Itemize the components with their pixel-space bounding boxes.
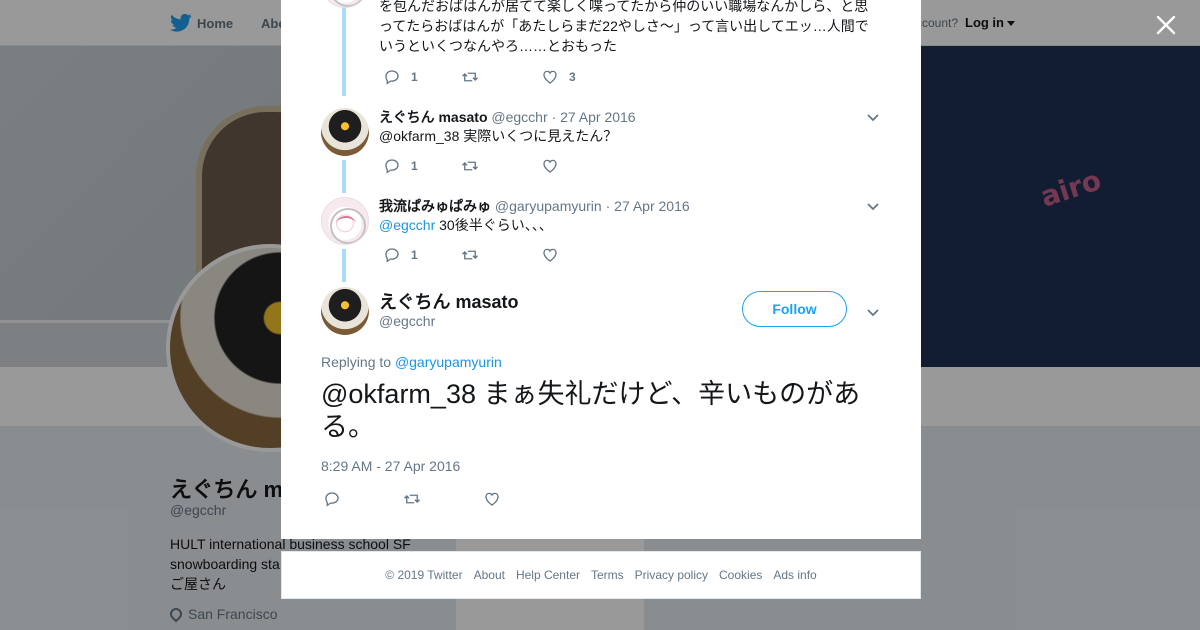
tweet-separator: · <box>605 198 611 214</box>
reply-icon <box>325 492 339 507</box>
retweet-button[interactable] <box>461 67 479 87</box>
tweet-text: を包んだおばはんが居てて楽しく喋ってたから仲のいい職場なんかしら、と思 ってたら… <box>379 0 879 56</box>
reply-icon <box>385 159 399 174</box>
replying-to-link[interactable]: @garyupamyurin <box>395 354 502 370</box>
heart-icon <box>543 70 557 84</box>
like-button[interactable]: 3 <box>541 67 576 87</box>
footer-privacy-link[interactable]: Privacy policy <box>635 568 708 582</box>
replying-prefix: Replying to <box>321 354 395 370</box>
like-button[interactable] <box>541 245 559 265</box>
retweet-button[interactable] <box>461 156 479 176</box>
tweet-text-line: ってたらおばはんが「あたしらまだ22やしさ〜」って言い出してエッ…人間で <box>379 18 869 34</box>
chevron-down-icon <box>867 203 879 211</box>
tweet-mention-link[interactable]: @egcchr <box>379 217 435 233</box>
tweet-separator: · <box>551 109 557 125</box>
follow-button[interactable]: Follow <box>742 291 847 327</box>
thread-tweet-top[interactable]: を包んだおばはんが居てて楽しく喋ってたから仲のいい職場なんかしら、と思 ってたら… <box>281 0 921 96</box>
footer-ads-link[interactable]: Ads info <box>773 568 816 582</box>
tweet-text: @egcchr 30後半ぐらい、、、 <box>379 215 879 235</box>
like-button[interactable] <box>541 156 559 176</box>
heart-icon <box>485 492 499 506</box>
tweet-text: @okfarm_38 実際いくつに見えたん？ <box>379 126 879 146</box>
tweet-header: 我流ぱみゅぱみゅ @garyupamyurin · 27 Apr 2016 <box>379 196 690 216</box>
footer-cookies-link[interactable]: Cookies <box>719 568 762 582</box>
heart-icon <box>543 248 557 262</box>
tweet-text-line: いうといくつなんやろ……とおもった <box>379 38 617 54</box>
retweet-button[interactable] <box>461 245 479 265</box>
tweet-avatar[interactable] <box>321 0 369 8</box>
tweet-actions: 1 3 <box>379 67 679 87</box>
modal-footer: © 2019 Twitter About Help Center Terms P… <box>281 551 921 599</box>
like-button[interactable] <box>483 489 501 509</box>
reply-count: 1 <box>411 248 418 262</box>
tweet-text-body: 30後半ぐらい、、、 <box>435 217 553 233</box>
tweet-text-body: @okfarm_38 実際いくつに見えたん？ <box>379 128 618 144</box>
tweet-menu-caret[interactable] <box>867 199 879 211</box>
main-tweet-author-handle[interactable]: @egcchr <box>379 313 435 329</box>
reply-count: 1 <box>411 70 418 84</box>
tweet-menu-caret[interactable] <box>867 110 879 122</box>
chevron-down-icon <box>867 309 879 317</box>
reply-button[interactable]: 1 <box>383 67 418 87</box>
footer-copyright: © 2019 Twitter <box>385 568 463 582</box>
main-tweet-actions <box>321 489 621 509</box>
tweet-date[interactable]: 27 Apr 2016 <box>560 109 636 125</box>
like-count: 3 <box>569 70 576 84</box>
footer-about-link[interactable]: About <box>474 568 505 582</box>
retweet-button[interactable] <box>403 489 421 509</box>
tweet-author-handle[interactable]: @egcchr <box>491 109 547 125</box>
reply-button[interactable]: 1 <box>383 245 418 265</box>
footer-terms-link[interactable]: Terms <box>591 568 624 582</box>
main-tweet-text: @okfarm_38 まぁ失礼だけど、辛いものがある。 <box>321 379 861 442</box>
tweet-author-handle[interactable]: @garyupamyurin <box>495 198 602 214</box>
tweet-author-name[interactable]: えぐちん masato <box>379 109 488 125</box>
tweet-avatar[interactable] <box>321 108 369 156</box>
tweet-avatar[interactable] <box>321 197 369 245</box>
close-icon[interactable] <box>1154 13 1178 37</box>
tweet-actions: 1 <box>379 245 679 265</box>
main-tweet-timestamp[interactable]: 8:29 AM - 27 Apr 2016 <box>321 458 460 474</box>
tweet-author-name[interactable]: 我流ぱみゅぱみゅ <box>379 198 491 214</box>
reply-button[interactable]: 1 <box>383 156 418 176</box>
main-tweet-avatar[interactable] <box>321 287 369 335</box>
thread-tweet[interactable]: えぐちん masato @egcchr · 27 Apr 2016 @okfar… <box>281 96 921 185</box>
footer-help-link[interactable]: Help Center <box>516 568 580 582</box>
retweet-icon <box>462 161 478 171</box>
replying-to-line: Replying to @garyupamyurin <box>321 354 502 370</box>
tweet-date[interactable]: 27 Apr 2016 <box>614 198 690 214</box>
reply-button[interactable] <box>323 489 341 509</box>
retweet-icon <box>462 250 478 260</box>
tweet-actions: 1 <box>379 156 679 176</box>
main-tweet-menu-caret[interactable] <box>867 305 879 317</box>
tweet-permalink-modal: を包んだおばはんが居てて楽しく喋ってたから仲のいい職場なんかしら、と思 ってたら… <box>281 0 921 539</box>
reply-icon <box>385 70 399 85</box>
tweet-text-line: を包んだおばはんが居てて楽しく喋ってたから仲のいい職場なんかしら、と思 <box>379 0 869 14</box>
thread-tweet[interactable]: 我流ぱみゅぱみゅ @garyupamyurin · 27 Apr 2016 @e… <box>281 185 921 274</box>
tweet-header: えぐちん masato @egcchr · 27 Apr 2016 <box>379 107 636 127</box>
chevron-down-icon <box>867 114 879 122</box>
main-tweet-author-name[interactable]: えぐちん masato <box>379 288 519 314</box>
reply-icon <box>385 248 399 263</box>
retweet-icon <box>404 494 420 504</box>
reply-count: 1 <box>411 159 418 173</box>
retweet-icon <box>462 72 478 82</box>
heart-icon <box>543 159 557 173</box>
